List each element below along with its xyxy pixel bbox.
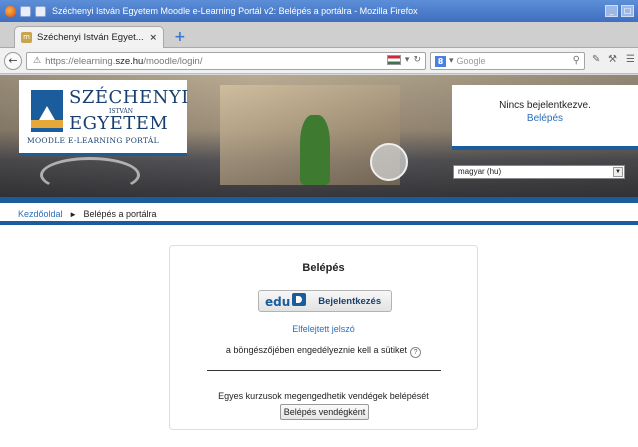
search-engine-dropdown-icon[interactable]: ▾ xyxy=(449,56,454,66)
login-info-box: Nincs bejelentkezve. Belépés xyxy=(452,85,638,150)
url-bar-icons: ▾ ↻ xyxy=(386,55,421,65)
search-engine-icon[interactable]: 8 xyxy=(435,55,446,67)
minimize-icon[interactable]: _ xyxy=(605,5,618,17)
maximize-icon[interactable]: □ xyxy=(621,5,634,17)
window-titlebar: Széchenyi István Egyetem Moodle e-Learni… xyxy=(0,0,638,22)
banner-plant xyxy=(300,115,330,185)
breadcrumb-separator-icon: ► xyxy=(69,210,77,219)
language-select[interactable]: magyar (hu) ▼ xyxy=(453,165,625,179)
url-bar[interactable]: ⚠ https://elearning.sze.hu/moodle/login/… xyxy=(26,52,426,70)
url-text: https://elearning.sze.hu/moodle/login/ xyxy=(45,55,203,67)
language-selected: magyar (hu) xyxy=(458,167,502,176)
flag-hu-icon[interactable] xyxy=(386,55,401,65)
tab-label: Széchenyi István Egyet... xyxy=(37,32,144,43)
new-tab-icon[interactable]: + xyxy=(174,29,186,45)
forgot-password-link[interactable]: Elfelejtett jelszó xyxy=(170,324,477,334)
cookie-note: a böngészőjében engedélyeznie kell a süt… xyxy=(170,345,477,358)
back-arrow-icon[interactable]: ← xyxy=(4,52,22,70)
header-banner: SZÉCHENYI ISTVÁN EGYETEM MOODLE E-LEARNI… xyxy=(0,75,638,197)
dropdown-icon[interactable]: ▾ xyxy=(405,55,410,65)
login-panel: Belépés edu Bejelentkezés Elfelejtett je… xyxy=(169,245,478,430)
logo-line-1: SZÉCHENYI xyxy=(69,87,189,108)
site-favicon-icon: m xyxy=(21,32,32,43)
banner-play-circle xyxy=(370,143,408,181)
logo-wave xyxy=(31,120,63,128)
navigation-bar: ← ⚠ https://elearning.sze.hu/moodle/logi… xyxy=(0,48,638,74)
web-page: SZÉCHENYI ISTVÁN EGYETEM MOODLE E-LEARNI… xyxy=(0,75,638,447)
logo-line-3: EGYETEM xyxy=(69,113,169,134)
login-link[interactable]: Belépés xyxy=(452,113,638,124)
login-status: Nincs bejelentkezve. xyxy=(499,100,591,111)
login-title: Belépés xyxy=(302,262,345,274)
logo-line-4: MOODLE E-LEARNING PORTÁL xyxy=(27,136,159,145)
site-logo[interactable]: SZÉCHENYI ISTVÁN EGYETEM MOODLE E-LEARNI… xyxy=(19,80,189,156)
breadcrumb-home[interactable]: Kezdőoldal xyxy=(18,209,63,219)
search-placeholder: Google xyxy=(456,56,486,66)
eduid-logo-icon: edu xyxy=(265,293,307,309)
tab-strip: m Széchenyi István Egyet... × + xyxy=(0,22,638,48)
window-title: Széchenyi István Egyetem Moodle e-Learni… xyxy=(52,6,418,16)
help-icon[interactable]: ? xyxy=(410,347,422,358)
guest-note: Egyes kurzusok megengedhetik vendégek be… xyxy=(218,391,429,401)
reload-icon[interactable]: ↻ xyxy=(413,55,421,65)
window-controls: _ □ xyxy=(605,5,634,17)
banner-chair xyxy=(40,157,140,193)
tools-icon[interactable]: ⚒ xyxy=(608,54,617,65)
bookmark-icon[interactable]: ✎ xyxy=(592,54,600,65)
firefox-icon[interactable] xyxy=(5,5,16,17)
window-pin-icon[interactable] xyxy=(35,5,46,17)
search-icon[interactable]: ⚲ xyxy=(573,55,580,66)
breadcrumb-current: Belépés a portálra xyxy=(83,209,157,219)
warning-icon[interactable]: ⚠ xyxy=(33,56,41,66)
breadcrumb: Kezdőoldal ► Belépés a portálra xyxy=(0,203,638,225)
divider xyxy=(207,370,441,371)
search-bar[interactable]: 8 ▾ Google ⚲ xyxy=(430,52,585,70)
menu-icon[interactable]: ☰ xyxy=(626,54,635,65)
browser-tab[interactable]: m Széchenyi István Egyet... × xyxy=(14,26,164,48)
guest-login-button[interactable]: Belépés vendégként xyxy=(280,404,369,420)
window-menu-icon[interactable] xyxy=(20,5,31,17)
eduid-button-label: Bejelentkezés xyxy=(318,295,382,307)
eduid-login-button[interactable]: edu Bejelentkezés xyxy=(258,290,392,312)
chevron-down-icon[interactable]: ▼ xyxy=(613,167,623,177)
tab-close-icon[interactable]: × xyxy=(149,33,157,43)
